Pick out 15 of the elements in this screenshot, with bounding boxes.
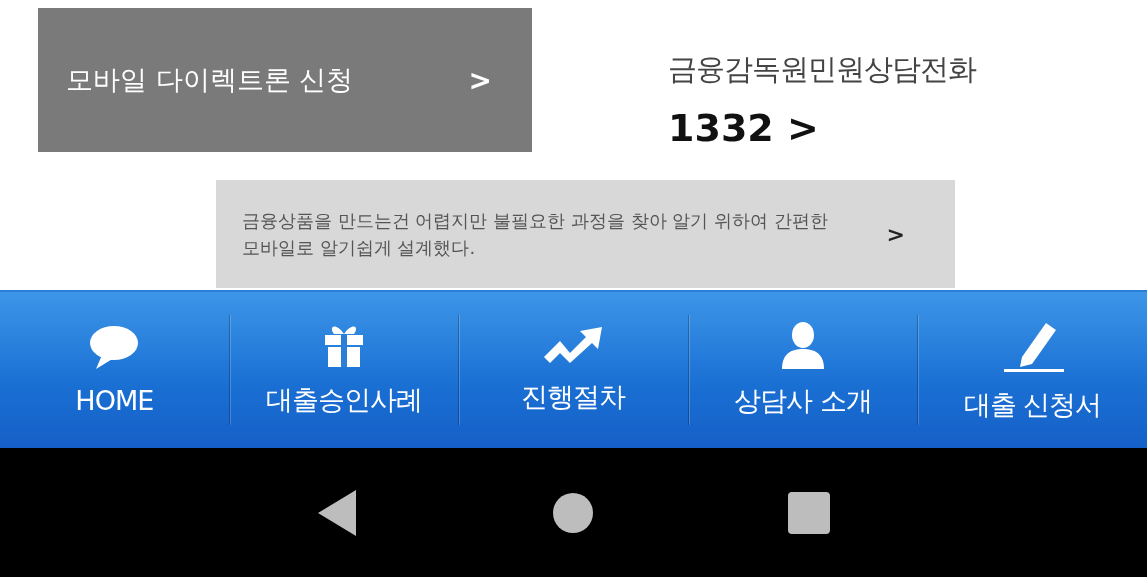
hotline-title: 금융감독원민원상담전화 [668,51,976,88]
nav-tab[interactable]: 대출승인사례 [229,292,459,448]
nav-tab[interactable]: 대출 신청서 [918,292,1147,448]
recents-icon[interactable] [787,491,830,534]
nav-tab[interactable]: 상담사 소개 [688,292,918,448]
direct-loan-button[interactable]: 모바일 다이렉트론 신청 > [38,8,532,152]
person-icon [780,321,827,369]
nav-tab[interactable]: HOME [0,292,229,448]
back-icon[interactable] [317,489,358,536]
nav-tab[interactable]: 진행절차 [459,292,688,448]
home-icon[interactable] [552,492,593,533]
speech-bubble-icon [88,324,141,371]
hotline-number-link[interactable]: 1332 > [668,106,976,150]
info-banner[interactable]: 금융상품을 만드는건 어렵지만 불필요한 과정을 찾아 알기 위하여 간편한 모바일로 알기쉽게 설계했다. > [216,180,955,288]
trend-arrow-icon [542,325,605,365]
